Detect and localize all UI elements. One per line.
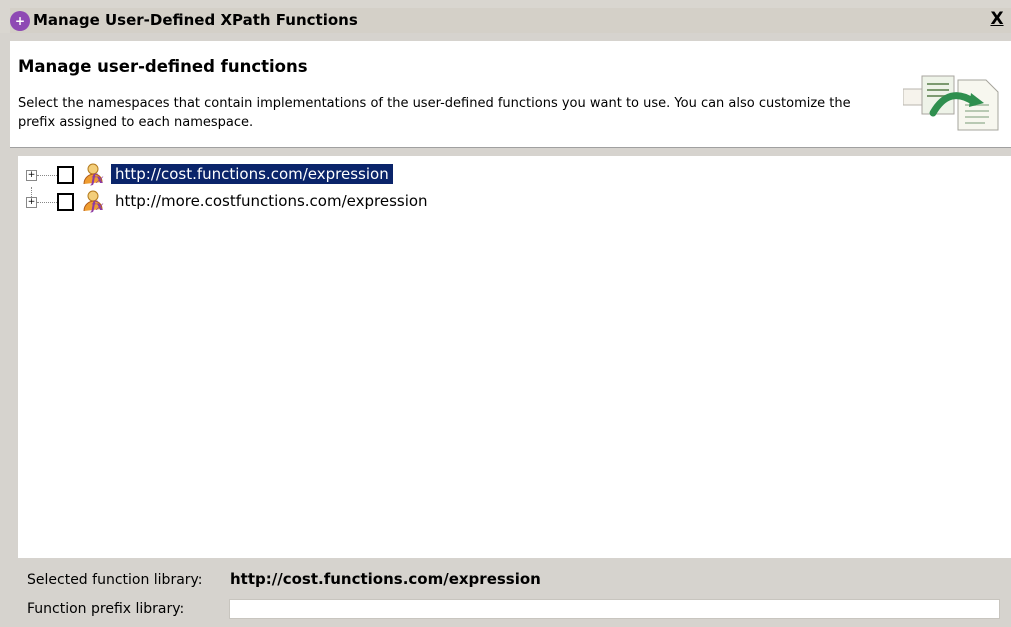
tree-item[interactable]: + fx http://more.costfunctions.com/expre…: [18, 190, 618, 215]
title-bar: + Manage User-Defined XPath Functions X: [0, 0, 1011, 33]
window-title: Manage User-Defined XPath Functions: [33, 11, 358, 29]
svg-text:fx: fx: [90, 199, 104, 213]
title-bar-inner: + Manage User-Defined XPath Functions X: [10, 8, 1011, 33]
expand-icon[interactable]: +: [26, 170, 37, 181]
namespace-label[interactable]: http://more.costfunctions.com/expression: [111, 191, 432, 211]
close-button[interactable]: X: [988, 9, 1006, 29]
svg-text:fx: fx: [90, 172, 104, 186]
page-description: Select the namespaces that contain imple…: [18, 96, 851, 130]
function-prefix-label: Function prefix library:: [27, 601, 185, 617]
tree-line: [37, 202, 57, 203]
function-prefix-input[interactable]: [229, 599, 1000, 619]
namespace-label[interactable]: http://cost.functions.com/expression: [111, 164, 393, 184]
xpath-function-icon: +: [10, 11, 30, 31]
function-namespace-icon: fx: [83, 190, 104, 213]
namespace-checkbox[interactable]: [57, 166, 74, 184]
wizard-functions-icon: [903, 75, 999, 131]
namespace-checkbox[interactable]: [57, 193, 74, 211]
namespace-tree[interactable]: + fx http://cost.functions.com/expressio…: [18, 156, 1011, 558]
page-title: Manage user-defined functions: [18, 57, 308, 76]
tree-line: [37, 175, 57, 176]
selected-library-value: http://cost.functions.com/expression: [230, 570, 541, 588]
function-namespace-icon: fx: [83, 163, 104, 186]
expand-icon[interactable]: +: [26, 197, 37, 208]
selected-library-label: Selected function library:: [27, 572, 203, 588]
tree-item[interactable]: + fx http://cost.functions.com/expressio…: [18, 163, 618, 188]
header-panel: Manage user-defined functions Select the…: [10, 41, 1011, 148]
